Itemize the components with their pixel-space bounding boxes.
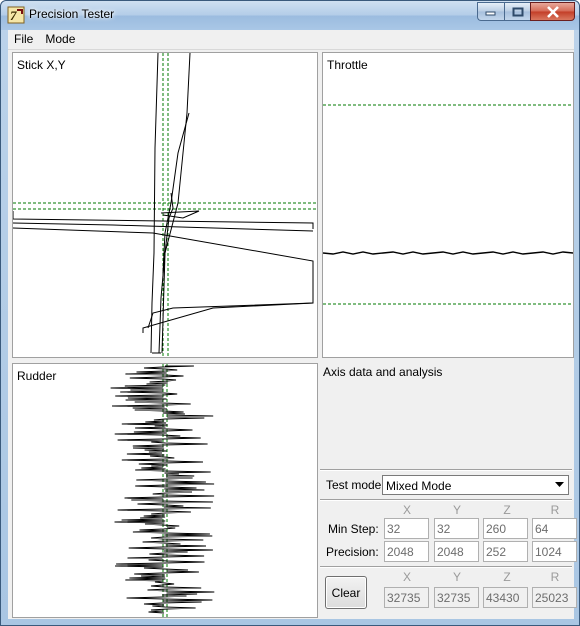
minimize-button[interactable] [477, 2, 504, 21]
close-icon [546, 5, 559, 18]
app-window: 7 Precision Tester File Mode Stick X,Y T… [0, 0, 580, 626]
menu-bar: File Mode [8, 30, 574, 50]
menu-mode[interactable]: Mode [39, 30, 81, 50]
min-step-x-field[interactable]: 32 [384, 518, 429, 539]
precision-z-field[interactable]: 252 [483, 541, 528, 562]
min-step-z-field[interactable]: 260 [483, 518, 528, 539]
maximize-icon [512, 7, 523, 16]
rudder-plot [110, 364, 215, 617]
maximize-button[interactable] [504, 2, 530, 21]
column-header-x: X [402, 570, 411, 584]
column-header-r: R [550, 503, 560, 517]
precision-x-field[interactable]: 2048 [384, 541, 429, 562]
raw-x-value: 32735 [384, 587, 429, 608]
raw-r-value: 25023 [532, 587, 577, 608]
rudder-trace-path [110, 365, 215, 614]
min-step-y-field[interactable]: 32 [434, 518, 479, 539]
stick-trace [150, 53, 159, 354]
column-header-x: X [402, 503, 411, 517]
analysis-area: Axis data and analysis Test mode: Mixed … [318, 363, 577, 618]
precision-y-field[interactable]: 2048 [434, 541, 479, 562]
throttle-trace [323, 251, 573, 255]
svg-text:7: 7 [10, 8, 17, 23]
throttle-plot [323, 104, 573, 305]
column-header-r: R [550, 570, 560, 584]
chevron-down-icon[interactable] [551, 477, 567, 493]
test-mode-value: Mixed Mode [386, 479, 452, 493]
raw-z-value: 43430 [483, 587, 528, 608]
stick-xy-label: Stick X,Y [17, 58, 66, 72]
clear-button[interactable]: Clear [325, 576, 367, 609]
app-icon: 7 [7, 6, 25, 24]
title-bar[interactable]: 7 Precision Tester [1, 1, 579, 30]
column-header-z: Z [503, 570, 511, 584]
rudder-panel: Rudder [12, 363, 318, 618]
raw-y-value: 32735 [434, 587, 479, 608]
rudder-trace [110, 365, 215, 614]
minimize-icon [485, 11, 496, 15]
client-area: File Mode Stick X,Y Throttle Rudder Axis… [8, 30, 577, 619]
stick-trace [160, 210, 200, 219]
window-title: Precision Tester [29, 7, 115, 21]
min-step-r-field[interactable]: 64 [532, 518, 577, 539]
divider [320, 499, 572, 501]
menu-file[interactable]: File [8, 30, 39, 50]
precision-r-field[interactable]: 1024 [532, 541, 577, 562]
column-header-z: Z [503, 503, 511, 517]
close-button[interactable] [530, 2, 575, 21]
throttle-panel: Throttle [322, 52, 574, 358]
divider [320, 566, 572, 568]
divider [320, 469, 572, 471]
throttle-label: Throttle [327, 58, 368, 72]
column-header-y: Y [452, 570, 461, 584]
stick-xy-plot [13, 53, 317, 357]
analysis-label: Axis data and analysis [323, 365, 443, 379]
min-step-label: Min Step: [328, 522, 379, 536]
test-mode-label: Test mode: [326, 478, 385, 492]
column-header-y: Y [452, 503, 461, 517]
precision-label: Precision: [326, 545, 379, 559]
caption-buttons [477, 2, 575, 21]
rudder-label: Rudder [17, 369, 57, 383]
stick-xy-panel: Stick X,Y [12, 52, 318, 358]
test-mode-select[interactable]: Mixed Mode [382, 475, 569, 495]
